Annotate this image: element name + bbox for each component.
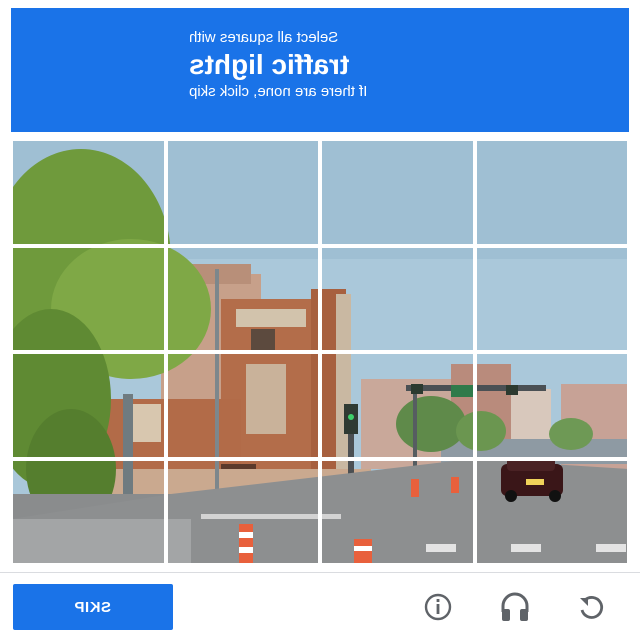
challenge-header: Select all squares with traffic lights I… [11,8,629,132]
grid-tile[interactable] [11,458,166,565]
grid-tile[interactable] [165,245,320,352]
skip-button[interactable]: SKIP [13,584,173,630]
reload-icon[interactable] [571,587,611,627]
grid-tile[interactable] [165,458,320,565]
skip-hint: If there are none, click skip [189,83,368,100]
tile-grid [11,139,629,565]
grid-tile[interactable] [320,139,475,246]
grid-tile[interactable] [320,352,475,459]
grid-tile[interactable] [474,352,629,459]
header-text-block: Select all squares with traffic lights I… [189,28,589,102]
info-icon[interactable] [418,587,458,627]
skip-button-label: SKIP [74,598,112,616]
challenge-image-grid [11,139,629,565]
challenge-footer: SKIP [0,572,640,640]
grid-tile[interactable] [474,139,629,246]
grid-tile[interactable] [165,352,320,459]
grid-tile[interactable] [165,139,320,246]
grid-tile[interactable] [320,245,475,352]
target-object: traffic lights [189,49,350,80]
headphones-icon[interactable] [495,587,535,627]
prompt-line: Select all squares with [189,29,339,46]
grid-tile[interactable] [11,352,166,459]
grid-tile[interactable] [474,458,629,565]
grid-tile[interactable] [320,458,475,565]
grid-tile[interactable] [11,245,166,352]
grid-tile[interactable] [474,245,629,352]
grid-tile[interactable] [11,139,166,246]
